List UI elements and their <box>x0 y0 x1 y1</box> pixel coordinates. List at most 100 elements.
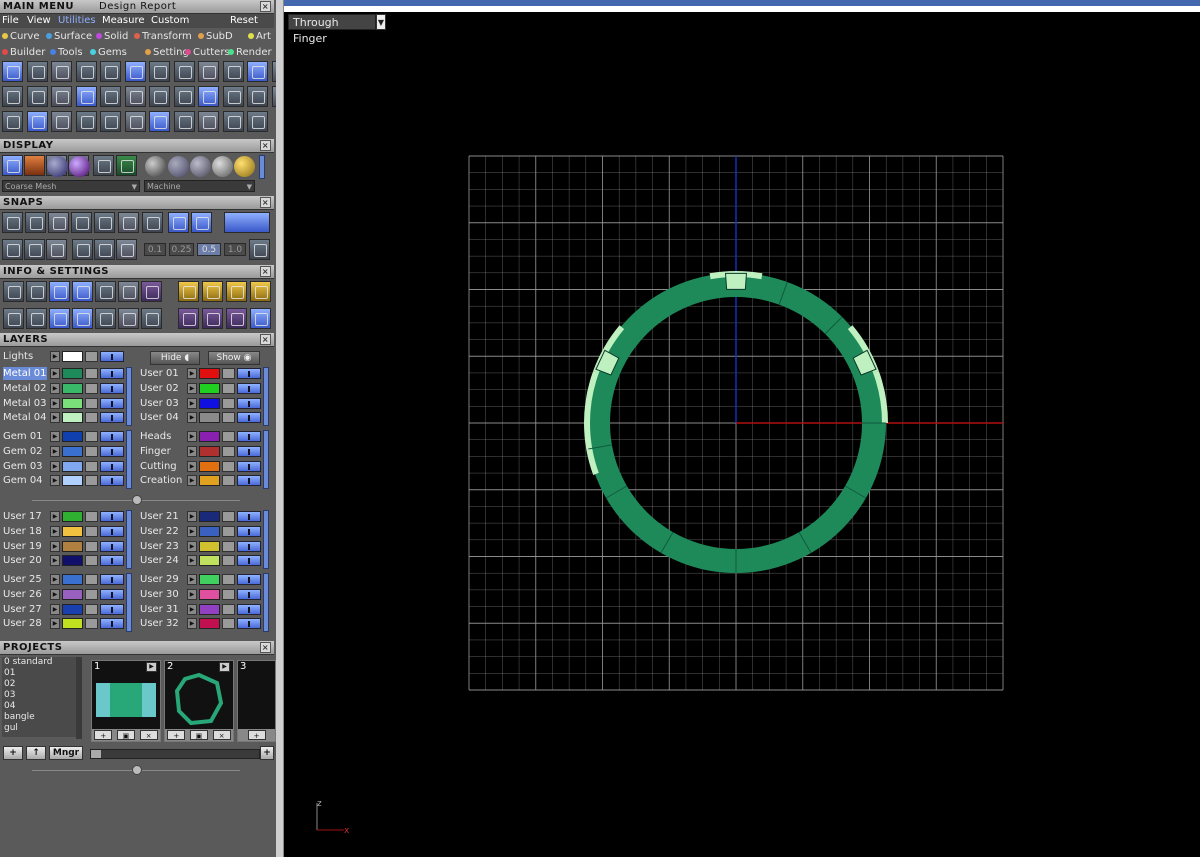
color-swatch[interactable] <box>62 574 83 585</box>
color-swatch[interactable] <box>62 368 83 379</box>
visibility-toggle[interactable] <box>100 618 124 630</box>
visibility-toggle[interactable] <box>100 588 124 600</box>
play-icon[interactable]: ▶ <box>50 603 60 615</box>
viewport[interactable]: Through Finger ▼ zx <box>284 0 1200 857</box>
layer-row[interactable]: User 23 ▶ <box>137 540 267 554</box>
visibility-toggle[interactable] <box>100 574 124 585</box>
color-swatch[interactable] <box>62 397 83 409</box>
play-icon[interactable]: ▶ <box>187 397 197 409</box>
lock-icon[interactable] <box>85 511 98 522</box>
color-swatch[interactable] <box>62 511 83 522</box>
layer-row[interactable]: User 01 ▶ <box>137 367 267 381</box>
category-setting[interactable]: Setting <box>145 45 189 60</box>
edit-icon[interactable] <box>118 281 139 302</box>
target-1-icon[interactable] <box>178 308 199 329</box>
settings-icon[interactable] <box>3 281 24 302</box>
project-item[interactable]: gul <box>2 723 76 734</box>
play-icon[interactable]: ▶ <box>187 525 197 537</box>
notes-icon[interactable] <box>141 308 162 329</box>
layer-group-bar[interactable] <box>263 430 269 490</box>
lock-icon[interactable] <box>85 618 98 630</box>
edit-icon[interactable] <box>198 61 219 82</box>
manager-button[interactable]: Mngr <box>49 746 83 760</box>
visibility-toggle[interactable] <box>100 397 124 409</box>
layer-group-bar[interactable] <box>126 510 132 570</box>
half-icon[interactable] <box>26 86 48 107</box>
snap-corner-icon[interactable] <box>2 212 23 233</box>
color-swatch[interactable] <box>199 555 220 567</box>
warning-icon[interactable] <box>250 281 271 302</box>
hide-button[interactable]: Hide ◖ <box>150 351 200 365</box>
play-icon[interactable]: ▶ <box>187 618 197 630</box>
play-icon[interactable]: ▶ <box>50 368 60 379</box>
visibility-toggle[interactable] <box>100 412 124 424</box>
category-render[interactable]: Render <box>228 45 272 60</box>
panel-icon[interactable] <box>124 86 146 107</box>
visibility-toggle[interactable] <box>237 382 261 394</box>
snap-end-icon[interactable] <box>191 212 212 233</box>
visibility-toggle[interactable] <box>100 603 124 615</box>
category-curve[interactable]: Curve <box>2 29 40 44</box>
play-icon[interactable]: ▶ <box>50 460 60 472</box>
show-button[interactable]: Show ◉ <box>208 351 260 365</box>
copy-icon[interactable] <box>75 61 97 82</box>
layer-row[interactable]: User 25 ▶ <box>0 573 130 587</box>
blue-sphere-icon[interactable] <box>46 155 68 177</box>
points-icon[interactable] <box>118 308 139 329</box>
color-swatch[interactable] <box>62 540 83 552</box>
wireframe-icon[interactable] <box>2 155 23 176</box>
project-thumbnail-3[interactable]: 3 + <box>237 660 276 742</box>
category-surface[interactable]: Surface <box>46 29 92 44</box>
visibility-toggle[interactable] <box>100 475 124 487</box>
camera-icon[interactable] <box>202 281 223 302</box>
sphere-tool-icon[interactable] <box>173 86 195 107</box>
color-swatch[interactable] <box>62 555 83 567</box>
color-swatch[interactable] <box>199 460 220 472</box>
visibility-toggle[interactable] <box>237 445 261 457</box>
delete-icon[interactable]: × <box>212 730 231 740</box>
lock-icon[interactable] <box>85 460 98 472</box>
layer-row[interactable]: User 19 ▶ <box>0 540 130 554</box>
lock-icon[interactable] <box>222 368 235 379</box>
align-icon[interactable] <box>2 61 23 82</box>
layer-row[interactable]: User 28 ▶ <box>0 617 130 631</box>
snap-mid-icon[interactable] <box>168 212 189 233</box>
box-icon[interactable] <box>247 61 268 82</box>
target-3-icon[interactable] <box>226 308 247 329</box>
color-swatch[interactable] <box>199 540 220 552</box>
lock-icon[interactable] <box>222 618 235 630</box>
lock-icon[interactable] <box>85 368 98 379</box>
lock-icon[interactable] <box>222 475 235 487</box>
figure-icon[interactable] <box>51 86 72 107</box>
purple-sphere-icon[interactable] <box>68 155 90 177</box>
target-4-icon[interactable] <box>250 308 271 329</box>
snap-circle-icon[interactable] <box>118 212 139 233</box>
project-item[interactable]: 04 <box>2 701 76 712</box>
color-swatch[interactable] <box>62 460 83 472</box>
play-icon[interactable]: ▶ <box>50 555 60 567</box>
play-icon[interactable]: ▶ <box>187 460 197 472</box>
color-swatch[interactable] <box>199 475 220 487</box>
play-icon[interactable]: ▶ <box>187 603 197 615</box>
color-swatch[interactable] <box>199 382 220 394</box>
layer-row[interactable]: User 30 ▶ <box>137 588 267 602</box>
play-icon[interactable]: ▶ <box>187 445 197 457</box>
color-swatch[interactable] <box>62 431 83 442</box>
color-swatch[interactable] <box>199 574 220 585</box>
snap-angle-icon[interactable] <box>94 212 115 233</box>
reset-button[interactable]: Reset <box>230 14 258 28</box>
menu-view[interactable]: View <box>27 14 51 28</box>
menu-measure[interactable]: Measure <box>102 14 145 28</box>
check-icon[interactable] <box>51 61 72 82</box>
box-3d-icon[interactable] <box>49 308 70 329</box>
snap-grid-icon[interactable] <box>2 239 23 260</box>
visibility-toggle[interactable] <box>100 525 124 537</box>
color-swatch[interactable] <box>62 588 83 600</box>
play-icon[interactable]: ▶ <box>50 382 60 394</box>
view-icon[interactable] <box>226 281 247 302</box>
layer-row[interactable]: User 02 ▶ <box>137 382 267 396</box>
material-sphere-3-icon[interactable] <box>190 156 211 177</box>
layer-row[interactable]: Gem 01 ▶ <box>0 430 130 444</box>
render-icon[interactable] <box>93 155 114 176</box>
category-builder[interactable]: Builder <box>2 45 45 60</box>
